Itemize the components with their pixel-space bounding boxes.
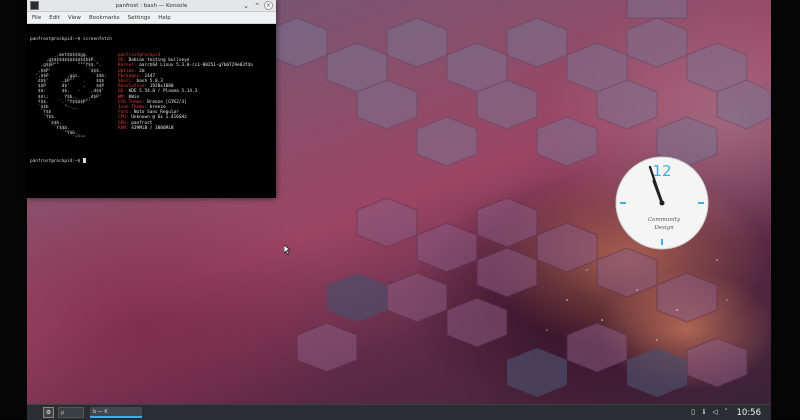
application-launcher-icon[interactable]: ⚙	[43, 407, 54, 418]
logo-line: `""""	[30, 136, 86, 142]
terminal-output[interactable]: panfrost@rockpi4:~$ screenfetch _,met$$$…	[27, 24, 276, 177]
virtual-desktop-pager[interactable]: p	[58, 407, 84, 418]
maximize-button[interactable]: ⌃	[253, 2, 261, 10]
menubar: File Edit View Bookmarks Settings Help	[27, 12, 276, 24]
window-titlebar[interactable]: panfrost : bash — Konsole ⌄ ⌃ ×	[27, 0, 276, 12]
command-line: panfrost@rockpi4:~$ screenfetch	[30, 37, 112, 43]
info-value: 439MiB / 3806MiB	[128, 125, 174, 131]
right-border	[771, 0, 800, 419]
konsole-window[interactable]: panfrost : bash — Konsole ⌄ ⌃ × File Edi…	[27, 0, 276, 198]
clock-caption-1: Community	[648, 217, 681, 223]
system-info: panfrost@rockpi4 OS: Debian testing bulls…	[118, 53, 253, 141]
left-border	[0, 0, 27, 419]
minimize-button[interactable]: ⌄	[242, 2, 250, 10]
menu-file[interactable]: File	[32, 15, 41, 21]
menu-settings[interactable]: Settings	[128, 15, 151, 21]
menu-bookmarks[interactable]: Bookmarks	[89, 15, 120, 21]
info-key: RAM:	[118, 125, 129, 131]
clipboard-icon[interactable]: ▯	[690, 409, 697, 416]
menu-edit[interactable]: Edit	[49, 15, 60, 21]
volume-icon[interactable]: ◁	[712, 409, 719, 416]
clock-caption-2: Design	[653, 225, 674, 231]
info-value: aarch64 Linux 5.3.0-rc1-00251-g7b0729e03…	[136, 63, 253, 69]
tray-expand-icon[interactable]: ˄	[723, 409, 730, 416]
window-title: panfrost : bash — Konsole	[115, 2, 188, 9]
debian-ascii-logo: _,met$$$$$gg. ,g$$$$$$$$$$$$$$$P. ,g$$P"…	[30, 53, 118, 141]
analog-clock-widget[interactable]: 12 Community Design	[614, 155, 710, 251]
task-konsole[interactable]: b — K	[90, 407, 142, 418]
info-line: RAM: 439MiB / 3806MiB	[118, 126, 253, 131]
system-tray: ▯ ℹ ◁ ˄ 10:56	[690, 408, 762, 418]
menu-help[interactable]: Help	[158, 15, 171, 21]
mouse-cursor-icon	[284, 245, 291, 255]
plasma-panel: ⚙ p b — K ▯ ℹ ◁ ˄ 10:56	[27, 404, 771, 420]
clock-numeral: 12	[652, 162, 671, 180]
close-button[interactable]: ×	[264, 1, 273, 10]
shell-prompt: panfrost@rockpi4:~$	[30, 158, 83, 164]
menu-view[interactable]: View	[68, 15, 81, 21]
digital-clock[interactable]: 10:56	[737, 408, 762, 418]
notifications-icon[interactable]: ℹ	[701, 409, 708, 416]
text-cursor	[82, 157, 86, 163]
